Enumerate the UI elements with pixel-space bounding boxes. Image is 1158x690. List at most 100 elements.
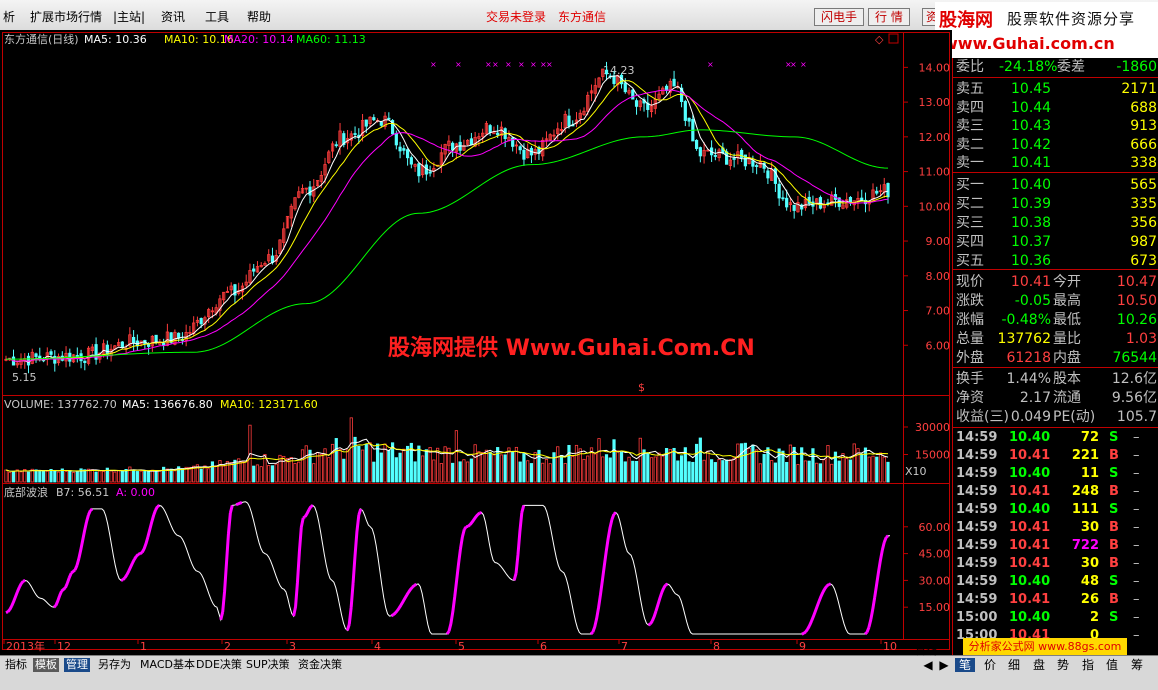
menu-item-main-station[interactable]: |主站| [113, 8, 145, 25]
ask-price: 10.41 [1011, 155, 1052, 171]
bid-qty: 565 [1130, 177, 1157, 193]
volume-bar [721, 460, 725, 483]
candle-body [417, 163, 421, 177]
tick-time: 14:59 [956, 520, 998, 535]
nav-right-icon[interactable]: ▶ [934, 658, 954, 672]
tick-side: S [1109, 574, 1119, 589]
ask-level-label: 卖四 [956, 99, 984, 116]
tick-dash: – [1133, 574, 1140, 589]
tab-sup-decision[interactable]: SUP决策 [244, 658, 292, 672]
tab-trend[interactable]: 势 [1053, 658, 1073, 672]
volume-bar [751, 444, 755, 483]
tick-volume: 48 [1080, 574, 1099, 589]
menu-item-analysis[interactable]: 析 [3, 8, 15, 25]
x-tick-label: 1 [140, 640, 147, 653]
ask-level-label: 卖五 [956, 81, 984, 97]
volume-bar [725, 459, 729, 483]
tick-dash: – [1133, 628, 1140, 643]
logo-brand: 股海网 [939, 10, 993, 31]
fund-label-2: 流通 [1053, 390, 1081, 406]
candle-body [623, 82, 627, 93]
tab-indicator[interactable]: 指标 [3, 658, 29, 672]
separator [953, 77, 1158, 78]
tab-value[interactable]: 值 [1102, 658, 1122, 672]
tick-price: 10.41 [1009, 520, 1051, 535]
fund-value: 2.17 [1019, 390, 1051, 406]
candle-body [105, 344, 109, 355]
x-tick-label: 12 [57, 640, 71, 653]
candle-body [402, 148, 406, 151]
wave-legend-title: 底部波浪 [4, 485, 48, 499]
x-tick-label: 5 [458, 640, 465, 653]
volume-bar [496, 447, 500, 483]
quote-label-2: 今开 [1053, 274, 1081, 290]
quote-value-2: 76544 [1112, 350, 1157, 366]
tab-template[interactable]: 模板 [33, 658, 59, 672]
period-selector[interactable]: 日线 [913, 644, 939, 658]
tick-dash: – [1133, 538, 1140, 553]
tab-price[interactable]: 价 [980, 658, 1000, 672]
bid-price: 10.40 [1011, 177, 1052, 193]
weicha-value: -1860 [1116, 59, 1157, 75]
signal-marker: × [430, 60, 437, 69]
candle-body [777, 183, 781, 199]
volume-bar [83, 469, 87, 483]
quote-button[interactable]: 行 情 [868, 8, 910, 26]
tab-fund-decision[interactable]: 资金决策 [296, 658, 344, 672]
menu-item-news[interactable]: 资讯 [161, 8, 185, 25]
candle-body [379, 121, 383, 126]
volume-bar [417, 445, 421, 483]
tab-orderbook[interactable]: 盘 [1029, 658, 1049, 672]
tick-price: 10.40 [1009, 574, 1051, 589]
watermark-badge: 分析家公式网 www.88gs.com [963, 638, 1127, 655]
volume-bar [342, 458, 346, 483]
volume-bar [710, 459, 714, 483]
diamond-icon[interactable]: ◇ [875, 33, 884, 46]
tick-time: 14:59 [956, 448, 998, 463]
tab-detail[interactable]: 细 [1004, 658, 1024, 672]
menu-item-help[interactable]: 帮助 [247, 8, 271, 25]
volume-bar [53, 470, 57, 483]
quote-panel: 委比 -24.18% 委差 -1860 卖五 10.45 2171 卖四 10.44 68… [952, 58, 1158, 655]
wave-tick-label: 60.00 [919, 521, 951, 534]
tab-chips[interactable]: 筹 [1127, 658, 1147, 672]
menu-item-extended-market[interactable]: 扩展市场行情 [30, 8, 102, 25]
tick-dash: – [1133, 448, 1140, 463]
candle-body [875, 190, 879, 194]
quote-row: 涨跌 -0.05 最高 10.50 [953, 292, 1158, 310]
tab-ticks[interactable]: 笔 [955, 658, 975, 672]
volume-bar [120, 470, 124, 483]
tick-row: 15:00 10.40 2 S – [953, 609, 1158, 627]
candle-body [518, 146, 522, 151]
tab-macd-basic[interactable]: MACD基本 [138, 658, 197, 672]
ask-row: 卖五 10.45 2171 [953, 80, 1158, 98]
tick-side: B [1109, 484, 1119, 499]
tick-volume: 221 [1071, 448, 1099, 463]
ask-qty: 2171 [1121, 81, 1157, 97]
separator [953, 367, 1158, 368]
volume-bar [154, 471, 158, 483]
candle-body [334, 144, 338, 147]
menu-item-tools[interactable]: 工具 [205, 8, 229, 25]
tab-index[interactable]: 指 [1078, 658, 1098, 672]
volume-bar [372, 461, 376, 483]
volume-bar [38, 470, 42, 483]
tick-side: B [1109, 538, 1119, 553]
quote-label: 现价 [956, 274, 984, 290]
tab-dde-decision[interactable]: DDE决策 [194, 658, 244, 672]
flash-trade-button[interactable]: 闪电手 [814, 8, 865, 26]
tick-dash: – [1133, 556, 1140, 571]
tick-side: B [1109, 556, 1119, 571]
ask-row: 卖四 10.44 688 [953, 99, 1158, 117]
volume-bar [199, 468, 203, 483]
fund-value-2: 9.56亿 [1111, 390, 1157, 406]
trade-login-status[interactable]: 交易未登录 [486, 8, 546, 25]
volume-bar [94, 471, 98, 483]
tab-save-as[interactable]: 另存为 [96, 658, 133, 672]
volume-bar [162, 466, 166, 483]
webi-label: 委比 [956, 59, 984, 75]
tab-manage[interactable]: 管理 [64, 658, 90, 672]
volume-bar [773, 462, 778, 483]
volume-bar [469, 458, 473, 483]
fund-value: 1.44% [1006, 371, 1051, 387]
